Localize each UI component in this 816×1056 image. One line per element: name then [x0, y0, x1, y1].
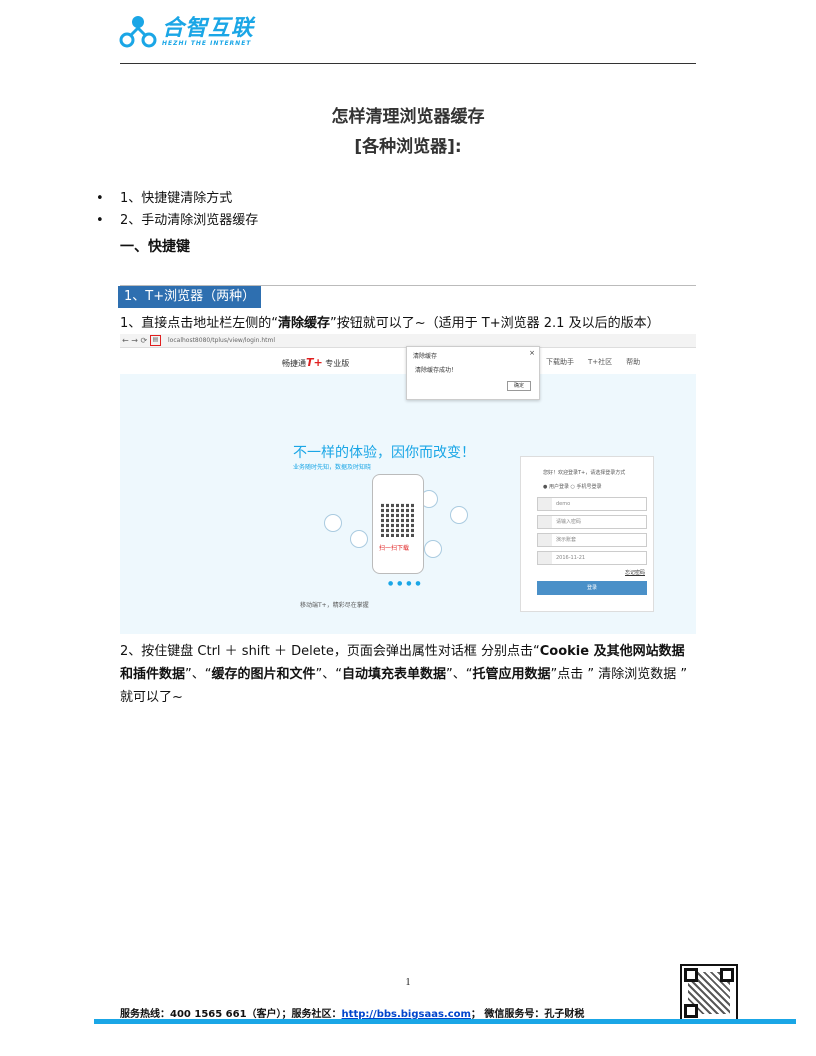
login-question: 您好！欢迎登录T+，请选择登录方式 — [543, 470, 626, 476]
logo: 合智互联 HEZHI THE INTERNET — [118, 14, 254, 50]
list-item-text: 2、手动清除浏览器缓存 — [120, 213, 259, 228]
site-link: 帮助 — [626, 358, 641, 366]
browser-screenshot: ← → ⟳ ▤ localhost8080/tplus/view/login.h… — [120, 334, 696, 634]
header-divider — [120, 63, 696, 64]
user-icon — [538, 498, 552, 510]
slogan-sub: 业务随时先知，数据及时知晓 — [293, 464, 372, 471]
footer-contact: 服务热线：400 1565 661（客户）；服务社区：http://bbs.bi… — [120, 1009, 585, 1020]
login-account-field: 演示账套 — [537, 533, 647, 547]
slogan: 不一样的体验，因你而改变！ — [293, 445, 475, 461]
emphasis: 清除缓存 — [278, 316, 331, 331]
site-brand: 畅捷通T+ 专业版 — [282, 356, 350, 369]
emphasis: 缓存的图片和文件 — [211, 667, 316, 682]
login-mode: ● 用户登录 ○ 手机号登录 — [543, 484, 602, 490]
page-title: 怎样清理浏览器缓存 — [331, 107, 485, 127]
feature-bubble-icon — [324, 514, 342, 532]
login-password-field: 请输入密码 — [537, 515, 647, 529]
feature-bubble-icon — [350, 530, 368, 548]
dialog-message: 清除缓存成功！ — [415, 367, 458, 374]
site-link: 下载助手 — [546, 358, 574, 366]
emphasis: 自动填充表单数据 — [342, 667, 447, 682]
site-link: T+社区 — [588, 358, 613, 366]
calendar-icon — [538, 552, 552, 564]
section-heading: 一、快捷键 — [120, 239, 190, 255]
paragraph-1: 1、直接点击地址栏左侧的“清除缓存”按钮就可以了~（适用于 T+浏览器 2.1 … — [120, 316, 660, 331]
paragraph-2: 2、按住键盘 Ctrl ＋ shift ＋ Delete，页面会弹出属性对话框 … — [120, 644, 688, 705]
login-panel: 您好！欢迎登录T+，请选择登录方式 ● 用户登录 ○ 手机号登录 demo 请输… — [520, 456, 654, 612]
list-item-text: 1、快捷键清除方式 — [120, 191, 233, 206]
dialog-title: 清除缓存 — [413, 353, 438, 360]
footer-bar — [94, 1019, 796, 1024]
carousel-dots: ● ● ● ● — [388, 580, 422, 587]
emphasis: 托管应用数据 — [472, 667, 551, 682]
nav-arrows-icon: ← → ⟳ — [122, 336, 148, 345]
page-subtitle: [各种浏览器]: — [354, 137, 462, 157]
list-icon — [538, 534, 552, 546]
toc-list: • 1、快捷键清除方式 • 2、手动清除浏览器缓存 — [96, 188, 258, 232]
list-item: • 1、快捷键清除方式 — [96, 188, 258, 210]
address-url: localhost8080/tplus/view/login.html — [168, 337, 276, 344]
feature-bubble-icon — [450, 506, 468, 524]
feature-bubble-icon — [424, 540, 442, 558]
close-icon: × — [529, 349, 535, 357]
site-links: 下载助手 T+社区 帮助 — [546, 357, 640, 367]
phone-caption: 扫一扫下载 — [379, 545, 410, 552]
phone-mockup: 扫一扫下载 — [372, 474, 424, 574]
subsection-tag: 1、T+浏览器（两种） — [118, 286, 262, 308]
login-date-field: 2016-11-21 — [537, 551, 647, 565]
login-button: 登录 — [537, 581, 647, 595]
logo-name: 合智互联 — [162, 15, 255, 41]
clear-cache-dialog: 清除缓存 × 清除缓存成功！ 确定 — [406, 346, 540, 400]
lock-icon — [538, 516, 552, 528]
logo-subtitle: HEZHI THE INTERNET — [162, 39, 252, 47]
list-item: • 2、手动清除浏览器缓存 — [96, 210, 258, 232]
dialog-ok-button: 确定 — [507, 381, 531, 391]
login-username-field: demo — [537, 497, 647, 511]
logo-icon — [119, 16, 157, 48]
forgot-password-link: 忘记密码 — [624, 570, 645, 576]
clear-cache-button: ▤ — [150, 335, 161, 346]
mobile-promo-text: 移动端T+，精彩尽在掌握 — [300, 602, 369, 609]
wechat-qr-code-icon — [680, 964, 738, 1022]
